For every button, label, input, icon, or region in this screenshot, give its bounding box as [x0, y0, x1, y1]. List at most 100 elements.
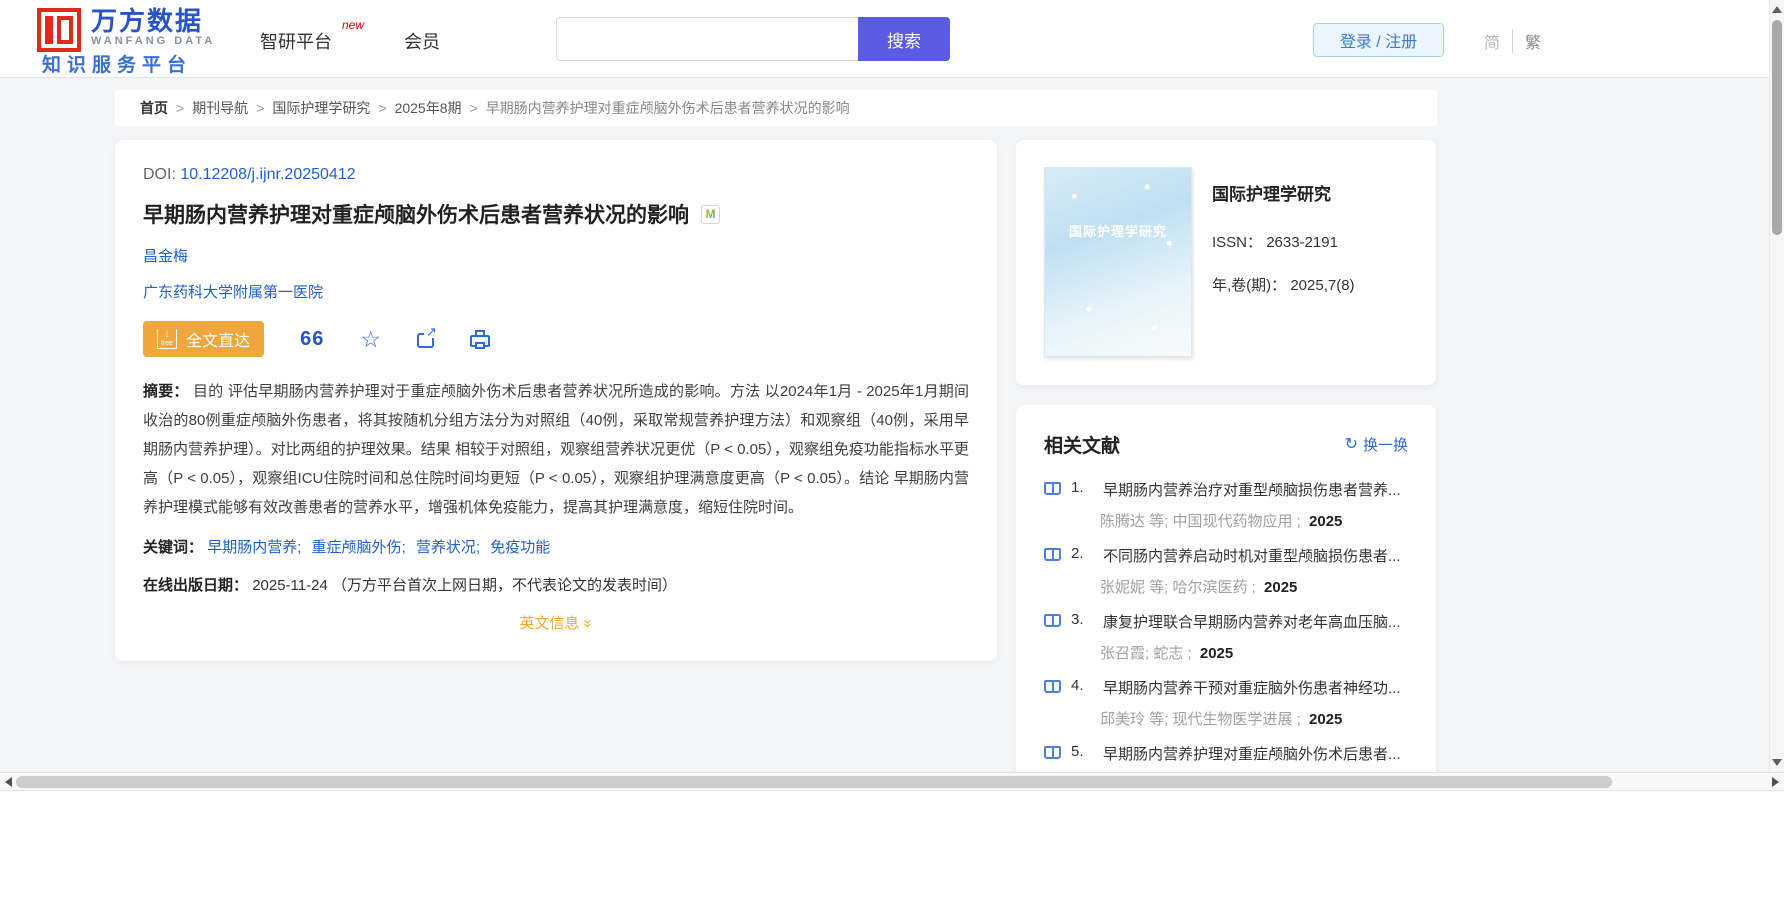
doi-label: DOI:	[143, 166, 176, 183]
related-item-title-link[interactable]: 3. 康复护理联合早期肠内营养对老年高血压脑...	[1044, 611, 1408, 632]
keyword-separator: ;	[297, 539, 302, 556]
online-date-note: （万方平台首次上网日期，不代表论文的发表时间）	[331, 577, 677, 594]
brand-tagline: 知识服务平台	[42, 55, 193, 76]
scroll-up-arrow[interactable]	[1772, 6, 1782, 13]
article-title: 早期肠内营养护理对重症颅脑外伤术后患者营养状况的影响	[143, 204, 689, 227]
keyword-link[interactable]: 免疫功能	[490, 539, 550, 556]
issn-value: 2633-2191	[1266, 234, 1338, 251]
related-item-authors: 张妮妮 等;	[1100, 579, 1169, 596]
fulltext-access-button[interactable]: ↓ free 全文直达	[143, 321, 265, 357]
related-item-number: 2.	[1071, 545, 1084, 562]
online-date-value: 2025-11-24	[252, 577, 328, 594]
breadcrumb-journal-nav[interactable]: 期刊导航	[192, 98, 248, 118]
book-icon	[1044, 746, 1061, 759]
breadcrumb-home[interactable]: 首页	[140, 98, 168, 118]
metrics-badge-icon[interactable]: M	[701, 204, 720, 224]
related-item-number: 3.	[1071, 611, 1084, 628]
search-input[interactable]	[556, 17, 858, 61]
header: 万方数据 WANFANG DATA 知识服务平台 智研平台 new 会员 搜索 …	[0, 0, 1784, 78]
related-item-meta: 张妮妮 等; 哈尔滨医药 ; 2025	[1100, 576, 1408, 597]
vertical-scrollbar[interactable]	[1769, 0, 1784, 772]
breadcrumb-issue[interactable]: 2025年8期	[395, 98, 462, 118]
related-literature-card: 相关文献 ↻ 换一换 1. 早期肠内营养治疗对重型颅脑损伤患者营养... 陈腾达…	[1016, 405, 1436, 805]
nav-item-member[interactable]: 会员	[404, 28, 440, 54]
related-item-title-link[interactable]: 2. 不同肠内营养启动时机对重型颅脑损伤患者...	[1044, 545, 1408, 566]
english-info-expander[interactable]: 英文信息»	[143, 612, 969, 633]
shuffle-refresh-button[interactable]: ↻ 换一换	[1345, 434, 1408, 455]
vertical-scrollbar-thumb[interactable]	[1772, 20, 1782, 235]
journal-name-link[interactable]: 国际护理学研究	[1212, 180, 1355, 205]
print-icon[interactable]	[469, 330, 490, 349]
related-item-number: 1.	[1071, 479, 1084, 496]
doi-link[interactable]: 10.12208/j.ijnr.20250412	[180, 166, 355, 183]
article-detail-card: DOI: 10.12208/j.ijnr.20250412 早期肠内营养护理对重…	[115, 140, 997, 661]
chevron-down-icon: »	[580, 619, 597, 628]
journal-cover-title: 国际护理学研究	[1068, 224, 1167, 239]
download-arrow-glyph: ↓	[164, 328, 170, 340]
search-bar: 搜索	[556, 17, 950, 61]
horizontal-scrollbar-thumb[interactable]	[16, 776, 1612, 788]
horizontal-scrollbar[interactable]	[0, 772, 1784, 790]
keyword-link[interactable]: 早期肠内营养	[207, 539, 297, 556]
breadcrumb: 首页 > 期刊导航 > 国际护理学研究 > 2025年8期 > 早期肠内营养护理…	[115, 90, 1437, 126]
wanfang-logo[interactable]: 万方数据 WANFANG DATA	[37, 8, 215, 52]
lang-simplified-toggle[interactable]: 简	[1472, 29, 1512, 53]
scroll-left-arrow[interactable]	[5, 777, 12, 787]
brand-name-en: WANFANG DATA	[91, 35, 216, 47]
free-text: free	[161, 340, 174, 347]
language-switcher: 简 繁	[1472, 29, 1553, 53]
related-item-meta: 陈腾达 等; 中国现代药物应用 ; 2025	[1100, 510, 1408, 531]
nav-item-label: 智研平台	[260, 32, 332, 52]
breadcrumb-separator: >	[256, 100, 265, 116]
related-item-title: 早期肠内营养干预对重症脑外伤患者神经功...	[1103, 680, 1401, 697]
journal-issn-row: ISSN： 2633-2191	[1212, 231, 1355, 252]
journal-meta: 国际护理学研究 ISSN： 2633-2191 年,卷(期)： 2025,7(8…	[1212, 167, 1355, 358]
scroll-right-arrow[interactable]	[1772, 777, 1779, 787]
new-badge: new	[341, 18, 364, 32]
related-item-number: 5.	[1071, 743, 1084, 760]
related-item-title: 不同肠内营养启动时机对重型颅脑损伤患者...	[1103, 548, 1401, 565]
scroll-down-arrow[interactable]	[1772, 759, 1782, 766]
abstract-text: 目的 评估早期肠内营养护理对于重症颅脑外伤术后患者营养状况所造成的影响。方法 以…	[143, 383, 969, 516]
keywords-label: 关键词：	[143, 539, 204, 556]
volume-value: 2025,7(8)	[1290, 277, 1355, 294]
related-item-title-link[interactable]: 1. 早期肠内营养治疗对重型颅脑损伤患者营养...	[1044, 479, 1408, 500]
affiliation-link[interactable]: 广东药科大学附属第一医院	[143, 281, 969, 302]
related-item-authors: 陈腾达 等;	[1100, 513, 1169, 530]
login-register-button[interactable]: 登录 / 注册	[1313, 23, 1444, 57]
free-download-icon: ↓ free	[157, 328, 178, 349]
refresh-label: 换一换	[1362, 437, 1408, 454]
related-item-number: 4.	[1071, 677, 1084, 694]
keyword-link[interactable]: 营养状况	[416, 539, 476, 556]
book-icon	[1044, 482, 1061, 495]
related-item-authors: 张召霞;	[1100, 645, 1150, 662]
related-item-meta: 张召霞; 蛇志 ; 2025	[1100, 642, 1408, 663]
share-arrow-glyph: ↗	[424, 324, 437, 339]
related-item-year: 2025	[1309, 711, 1343, 728]
related-item-journal: 哈尔滨医药 ;	[1172, 579, 1256, 596]
search-button[interactable]: 搜索	[858, 17, 950, 61]
keyword-link[interactable]: 重症颅脑外伤	[312, 539, 402, 556]
lang-traditional-toggle[interactable]: 繁	[1512, 29, 1553, 53]
breadcrumb-current-article: 早期肠内营养护理对重症颅脑外伤术后患者营养状况的影响	[485, 100, 850, 116]
related-list: 1. 早期肠内营养治疗对重型颅脑损伤患者营养... 陈腾达 等; 中国现代药物应…	[1044, 479, 1408, 791]
doi-row: DOI: 10.12208/j.ijnr.20250412	[143, 166, 969, 184]
breadcrumb-journal[interactable]: 国际护理学研究	[272, 98, 370, 118]
keywords-row: 关键词： 早期肠内营养; 重症颅脑外伤; 营养状况; 免疫功能	[143, 533, 969, 562]
page: 万方数据 WANFANG DATA 知识服务平台 智研平台 new 会员 搜索 …	[0, 0, 1784, 899]
related-item-year: 2025	[1264, 579, 1298, 596]
journal-cover-image[interactable]: 国际护理学研究	[1044, 167, 1192, 357]
related-item-title: 早期肠内营养护理对重症颅脑外伤术后患者...	[1103, 746, 1401, 763]
related-item-authors: 邱美玲 等;	[1100, 711, 1169, 728]
author-link[interactable]: 昌金梅	[143, 245, 969, 266]
nav-item-zhiyan-platform[interactable]: 智研平台 new	[260, 18, 364, 54]
favorite-star-icon[interactable]: ☆	[360, 327, 381, 351]
related-item-year: 2025	[1199, 645, 1234, 662]
related-item-journal: 蛇志 ;	[1153, 645, 1192, 662]
cite-quote-icon[interactable]: 66	[300, 328, 324, 351]
share-export-icon[interactable]: ↗	[416, 325, 437, 348]
fulltext-button-label: 全文直达	[186, 333, 251, 350]
related-item-title-link[interactable]: 5. 早期肠内营养护理对重症颅脑外伤术后患者...	[1044, 743, 1408, 764]
journal-info-card: 国际护理学研究 国际护理学研究 ISSN： 2633-2191 年,卷(期)： …	[1016, 140, 1436, 385]
related-item-title-link[interactable]: 4. 早期肠内营养干预对重症脑外伤患者神经功...	[1044, 677, 1408, 698]
